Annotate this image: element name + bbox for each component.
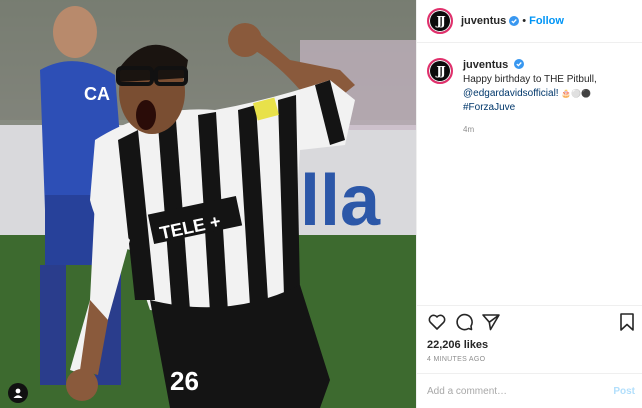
comment-bar: Post xyxy=(417,373,642,408)
action-bar xyxy=(427,312,637,334)
juventus-logo-icon[interactable]: JJ xyxy=(427,8,453,34)
heart-icon[interactable] xyxy=(427,312,447,332)
follow-button[interactable]: Follow xyxy=(529,15,564,27)
user-tag-icon xyxy=(13,388,23,398)
comment-icon[interactable] xyxy=(454,312,474,332)
mention-link[interactable]: @edgardavidsofficial! xyxy=(463,88,559,99)
username-link[interactable]: juventus xyxy=(461,15,506,27)
paper-plane-icon[interactable] xyxy=(481,312,501,332)
photo-illustration: lla CA 26 TELE + xyxy=(0,0,416,408)
opponent-shirt-text: CA xyxy=(84,84,110,104)
post-header: JJ juventus • Follow xyxy=(417,0,642,43)
verified-badge-icon xyxy=(509,16,520,26)
caption-emojis: 🎂⚪⚫ xyxy=(561,89,592,98)
jersey-number: 26 xyxy=(170,366,199,396)
post-photo[interactable]: lla CA 26 TELE + xyxy=(0,0,416,408)
tag-people-button[interactable] xyxy=(8,383,28,403)
post-comment-button[interactable]: Post xyxy=(613,386,635,397)
caption-username[interactable]: juventus xyxy=(463,59,508,71)
verified-badge-icon xyxy=(514,59,525,69)
actions-divider xyxy=(417,305,642,306)
header-separator: • xyxy=(522,15,527,27)
bookmark-icon[interactable] xyxy=(617,312,637,332)
caption-time[interactable]: 4m xyxy=(463,123,597,137)
caption-line: Happy birthday to THE Pitbull, xyxy=(463,74,597,85)
post-sidebar: JJ juventus • Follow JJ juventus Happy b… xyxy=(416,0,642,408)
post-caption: JJ juventus Happy birthday to THE Pitbul… xyxy=(427,58,637,137)
posted-time[interactable]: 4 MINUTES AGO xyxy=(427,356,485,363)
comment-input[interactable] xyxy=(427,385,614,397)
caption-avatar-icon[interactable]: JJ xyxy=(427,58,453,84)
hashtag-link[interactable]: #ForzaJuve xyxy=(463,101,597,115)
likes-count[interactable]: 22,206 likes xyxy=(427,339,488,351)
banner-text: lla xyxy=(300,161,381,241)
